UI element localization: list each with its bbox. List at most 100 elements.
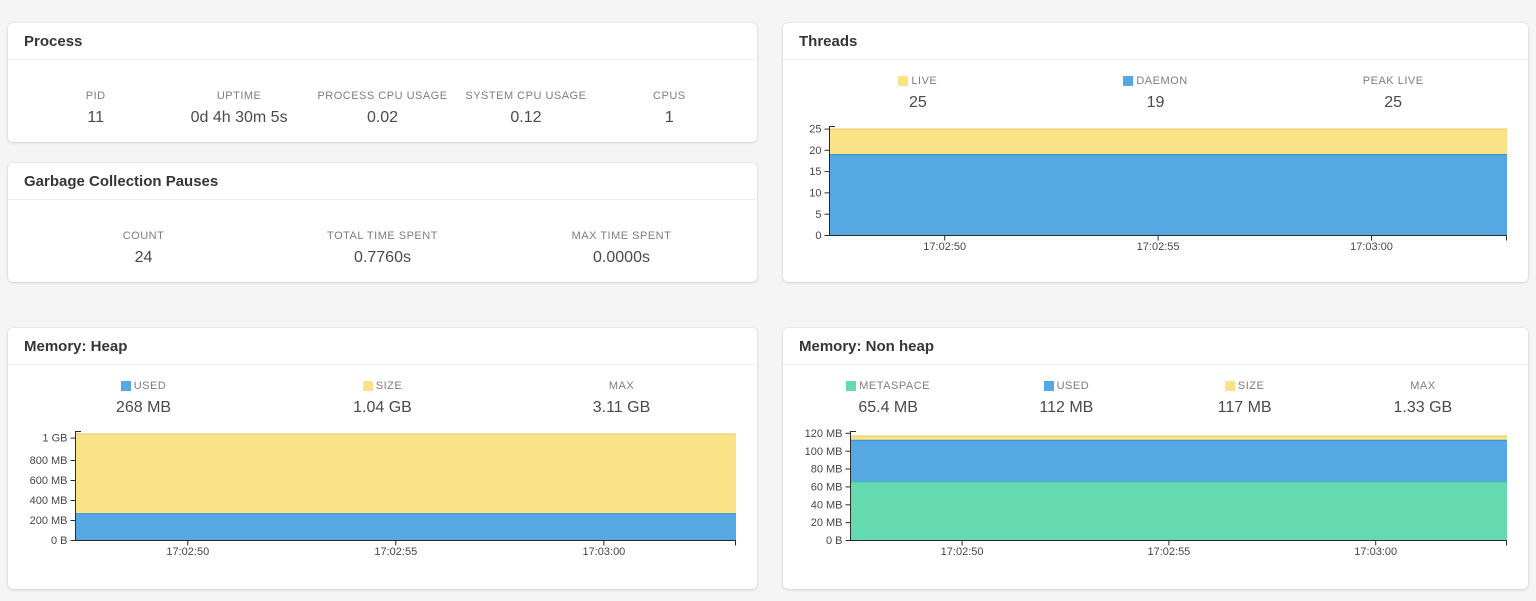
svg-text:25: 25 <box>809 124 821 136</box>
right-column: Threads LIVE 25 DAEMON 19 PEAK LIVE 25 0… <box>783 23 1528 601</box>
svg-text:15: 15 <box>809 166 821 178</box>
stat-label: UPTIME <box>216 89 262 102</box>
stat-label: MAX <box>608 380 635 392</box>
svg-text:10: 10 <box>809 188 821 200</box>
stat-label: MAX <box>1410 380 1436 392</box>
used-legend-swatch <box>120 381 131 391</box>
stat-max-time-spent: MAX TIME SPENT 0.0000s <box>502 229 741 268</box>
used-legend-swatch <box>1043 381 1054 391</box>
stat-nonheap-used: USED 112 MB <box>977 379 1155 418</box>
stat-value: 0.0000s <box>593 248 650 266</box>
panel-title: Process <box>24 32 83 50</box>
heap-panel-header: Memory: Heap <box>8 328 757 365</box>
dashboard-page: Process PID 11 UPTIME 0d 4h 30m 5s PROCE… <box>0 0 1536 601</box>
stat-value: 1 <box>664 108 674 126</box>
stat-heap-used: USED 268 MB <box>24 379 263 418</box>
stat-label: SIZE <box>375 380 403 392</box>
panel-title: Memory: Non heap <box>799 337 935 355</box>
stat-nonheap-size: SIZE 117 MB <box>1156 379 1334 418</box>
heap-stat-row: USED 268 MB SIZE 1.04 GB MAX 3.11 GB <box>24 365 741 418</box>
svg-text:0: 0 <box>815 230 821 242</box>
stat-value: 117 MB <box>1217 399 1272 416</box>
stat-heap-max: MAX 3.11 GB <box>502 379 741 418</box>
svg-text:40 MB: 40 MB <box>811 499 843 511</box>
svg-text:17:02:55: 17:02:55 <box>1147 546 1190 558</box>
stat-label: TOTAL TIME SPENT <box>327 229 438 242</box>
gc-stat-row: COUNT 24 TOTAL TIME SPENT 0.7760s MAX TI… <box>24 215 741 268</box>
stat-label: USED <box>133 380 167 392</box>
stat-system-cpu-usage: SYSTEM CPU USAGE 0.12 <box>454 89 597 128</box>
stat-value: 3.11 GB <box>592 399 651 416</box>
stat-metaspace: METASPACE 65.4 MB <box>799 379 977 418</box>
nonheap-panel-body: METASPACE 65.4 MB USED 112 MB SIZE 117 M… <box>783 365 1528 589</box>
stat-uptime: UPTIME 0d 4h 30m 5s <box>167 89 310 128</box>
process-panel-body: PID 11 UPTIME 0d 4h 30m 5s PROCESS CPU U… <box>8 60 757 142</box>
svg-text:17:02:55: 17:02:55 <box>374 546 417 558</box>
daemon-legend-swatch <box>1123 76 1134 86</box>
panel-title: Memory: Heap <box>24 337 128 355</box>
memory-nonheap-panel: Memory: Non heap METASPACE 65.4 MB USED … <box>783 328 1528 589</box>
stat-count: COUNT 24 <box>24 229 263 268</box>
svg-text:17:03:00: 17:03:00 <box>1350 241 1393 253</box>
heap-memory-chart[interactable]: 0 B 200 MB 400 MB 600 MB 800 MB 1 GB 17:02:50 1… <box>24 425 741 560</box>
stat-label: METASPACE <box>859 380 930 392</box>
stat-value: 65.4 MB <box>858 399 918 416</box>
stat-label: MAX TIME SPENT <box>571 229 672 242</box>
process-panel-header: Process <box>8 23 757 60</box>
threads-panel: Threads LIVE 25 DAEMON 19 PEAK LIVE 25 0… <box>783 23 1528 282</box>
stat-value: 0.02 <box>366 108 399 126</box>
stat-value: 268 MB <box>115 399 172 416</box>
gc-pauses-panel: Garbage Collection Pauses COUNT 24 TOTAL… <box>8 163 757 282</box>
stat-label: USED <box>1056 380 1090 392</box>
nonheap-stat-row: METASPACE 65.4 MB USED 112 MB SIZE 117 M… <box>799 365 1512 418</box>
stat-label: DAEMON <box>1136 75 1188 87</box>
gc-panel-body: COUNT 24 TOTAL TIME SPENT 0.7760s MAX TI… <box>8 200 757 282</box>
memory-heap-panel: Memory: Heap USED 268 MB SIZE 1.04 GB MA… <box>8 328 757 589</box>
svg-text:60 MB: 60 MB <box>811 482 843 494</box>
stat-peak-live-threads: PEAK LIVE 25 <box>1274 74 1512 113</box>
stat-label: PEAK LIVE <box>1362 75 1424 87</box>
stat-value: 0.12 <box>510 108 542 126</box>
stat-label: SIZE <box>1237 380 1265 392</box>
panel-title: Threads <box>799 32 858 50</box>
svg-text:17:02:50: 17:02:50 <box>923 241 966 253</box>
size-legend-swatch <box>1224 381 1235 391</box>
svg-text:17:02:55: 17:02:55 <box>1137 241 1180 253</box>
threads-panel-header: Threads <box>783 23 1528 60</box>
stat-total-time-spent: TOTAL TIME SPENT 0.7760s <box>263 229 502 268</box>
nonheap-memory-chart[interactable]: 0 B 20 MB 40 MB 60 MB 80 MB 100 MB 120 MB 17:02… <box>799 425 1512 560</box>
stat-value: 0.7760s <box>354 248 411 266</box>
stat-process-cpu-usage: PROCESS CPU USAGE 0.02 <box>311 89 454 128</box>
svg-text:80 MB: 80 MB <box>811 464 843 476</box>
live-legend-swatch <box>898 76 909 86</box>
panel-title: Garbage Collection Pauses <box>24 172 219 190</box>
svg-text:400 MB: 400 MB <box>30 495 68 507</box>
threads-chart[interactable]: 0 5 10 15 20 25 17:02:50 17:02:55 17:03:00 <box>799 120 1512 255</box>
svg-text:0 B: 0 B <box>51 535 68 547</box>
svg-text:20: 20 <box>809 145 821 157</box>
stat-value: 0d 4h 30m 5s <box>190 108 288 126</box>
svg-text:17:02:50: 17:02:50 <box>941 546 984 558</box>
svg-text:100 MB: 100 MB <box>805 446 843 458</box>
svg-text:17:03:00: 17:03:00 <box>582 546 625 558</box>
stat-heap-size: SIZE 1.04 GB <box>263 379 502 418</box>
stat-live-threads: LIVE 25 <box>799 74 1037 113</box>
svg-text:0 B: 0 B <box>826 535 843 547</box>
gc-panel-header: Garbage Collection Pauses <box>8 163 757 200</box>
svg-text:17:02:50: 17:02:50 <box>166 546 209 558</box>
stat-pid: PID 11 <box>24 89 167 128</box>
stat-cpus: CPUS 1 <box>598 89 741 128</box>
stat-value: 112 MB <box>1039 399 1094 416</box>
size-legend-swatch <box>362 381 373 391</box>
svg-text:20 MB: 20 MB <box>811 517 843 529</box>
stat-label: SYSTEM CPU USAGE <box>465 89 587 102</box>
stat-label: CPUS <box>653 89 686 102</box>
svg-text:800 MB: 800 MB <box>30 455 68 467</box>
stat-value: 19 <box>1146 94 1165 111</box>
svg-text:17:03:00: 17:03:00 <box>1354 546 1397 558</box>
svg-text:600 MB: 600 MB <box>30 475 68 487</box>
svg-text:200 MB: 200 MB <box>30 515 68 527</box>
process-stat-row: PID 11 UPTIME 0d 4h 30m 5s PROCESS CPU U… <box>24 75 741 128</box>
process-panel: Process PID 11 UPTIME 0d 4h 30m 5s PROCE… <box>8 23 757 142</box>
threads-stat-row: LIVE 25 DAEMON 19 PEAK LIVE 25 <box>799 60 1512 113</box>
